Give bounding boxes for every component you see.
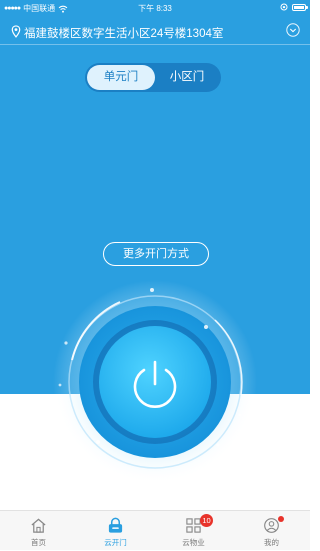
dial-dot [58,383,62,387]
tab-mine[interactable]: 我的 [233,511,310,551]
tab-property[interactable]: 10 云物业 [155,511,232,551]
tab-home-label: 首页 [31,538,46,547]
tab-mine-label: 我的 [264,538,279,547]
dial-dot [238,413,242,417]
dial-dot [96,440,100,444]
door-lock-icon [108,517,123,533]
door-open-dial [53,280,257,484]
dial-dot [150,288,154,292]
tab-property-label: 云物业 [182,538,205,547]
tab-home[interactable]: 首页 [0,511,77,551]
dial-dot [64,341,68,345]
tab-cloud-door[interactable]: 云开门 [77,511,154,551]
tab-cloud-door-label: 云开门 [104,538,127,547]
dial-dot [204,325,208,329]
dial-dot [216,443,220,447]
mine-notification-dot [278,516,284,522]
bottom-tab-bar: 首页 云开门 10 云物业 我的 [0,510,310,550]
property-notification-badge: 10 [200,514,213,527]
home-icon [31,518,46,533]
